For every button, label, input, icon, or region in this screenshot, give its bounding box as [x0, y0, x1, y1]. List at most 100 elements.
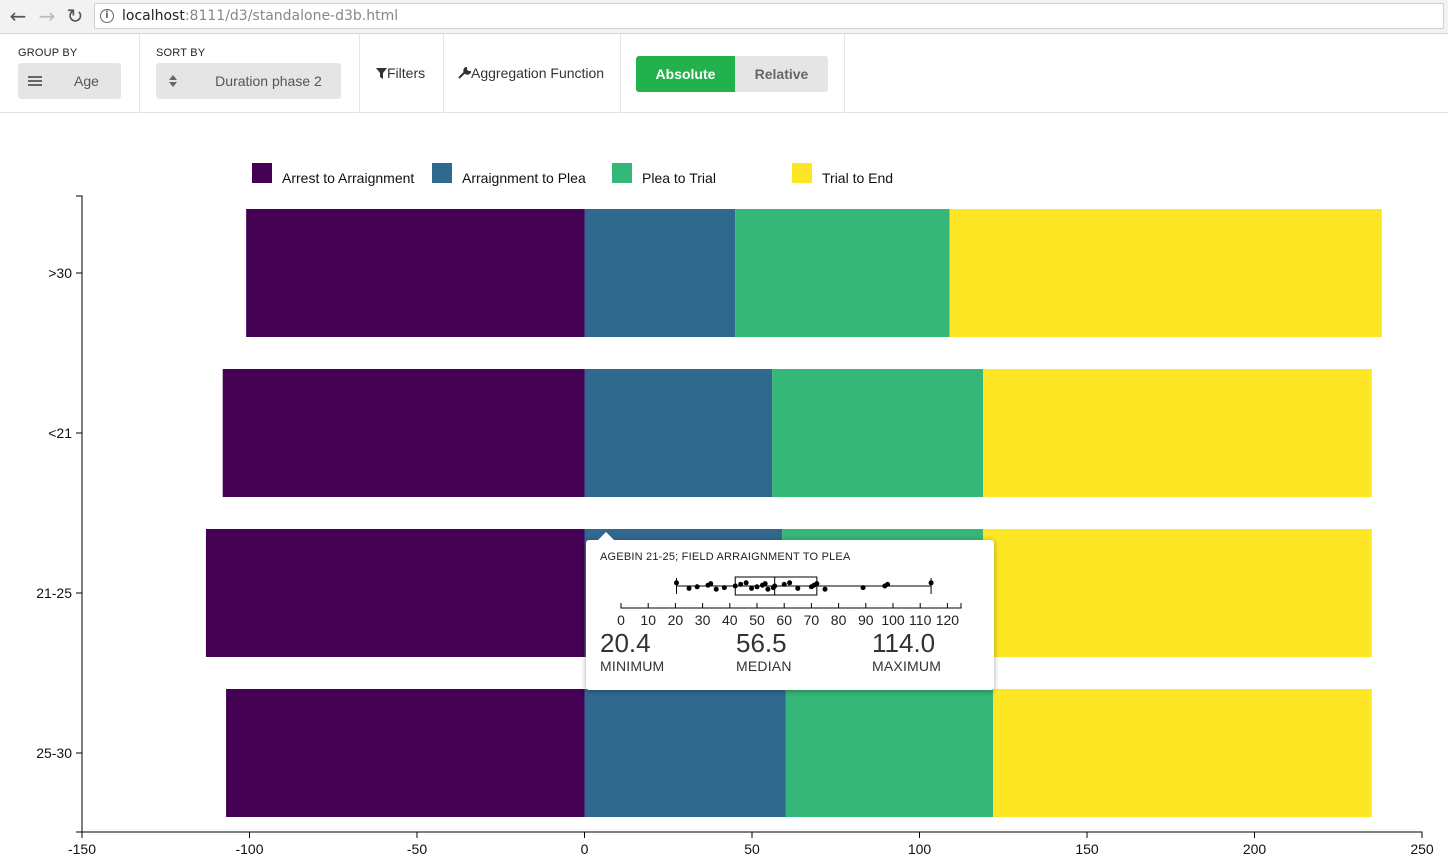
boxplot-point [694, 584, 700, 590]
boxplot-tick-label: 30 [695, 612, 711, 628]
stat-median: 56.5 MEDIAN [736, 628, 792, 674]
sort-by-section: SORT BY Duration phase 2 [140, 34, 360, 113]
boxplot-point [765, 586, 771, 592]
bar-segment [584, 369, 773, 497]
maximum-value: 114.0 [872, 628, 936, 658]
boxplot-point [885, 581, 891, 587]
boxplot-tick-label: 60 [776, 612, 792, 628]
x-tick-label: 50 [744, 841, 760, 857]
tooltip-arrow [598, 532, 614, 540]
boxplot-point [787, 580, 793, 586]
group-by-label: GROUP BY [18, 47, 78, 59]
bar-segment [785, 689, 994, 817]
boxplot-tick-label: 70 [804, 612, 820, 628]
median-label: MEDIAN [736, 658, 792, 674]
x-tick-label: -150 [68, 841, 96, 857]
sort-by-select[interactable]: Duration phase 2 [156, 63, 341, 99]
bar-segment [772, 369, 984, 497]
bar-segment [983, 529, 1372, 657]
boxplot-tick-label: 0 [617, 612, 625, 628]
bar-segment [246, 209, 585, 337]
legend-label: Trial to End [822, 170, 893, 186]
legend-label: Arraignment to Plea [462, 170, 586, 186]
boxplot-point [772, 583, 778, 589]
boxplot-tick-label: 20 [668, 612, 684, 628]
bar-segment [993, 689, 1372, 817]
maximum-label: MAXIMUM [872, 658, 942, 674]
y-tick-label: 25-30 [36, 745, 72, 761]
boxplot-point [762, 581, 768, 587]
boxplot: 0 10 20 30 40 50 60 70 80 90 100 110 120 [617, 576, 962, 628]
boxplot-point [795, 585, 801, 591]
x-tick-label: -100 [235, 841, 263, 857]
legend-label: Arrest to Arraignment [282, 170, 414, 186]
x-tick-label: 250 [1410, 841, 1434, 857]
back-arrow-icon[interactable]: ← [6, 4, 30, 28]
boxplot-point [814, 581, 820, 587]
boxplot-tick-label: 90 [858, 612, 874, 628]
boxplot-tick-label: 110 [909, 612, 932, 628]
boxplot-point [708, 581, 714, 587]
legend-swatch [252, 163, 272, 183]
bar-segment [983, 369, 1372, 497]
boxplot-tick-label: 40 [722, 612, 738, 628]
bar-segment [205, 529, 585, 657]
list-icon [18, 63, 52, 99]
x-tick-label: 0 [581, 841, 589, 857]
sort-by-label: SORT BY [156, 47, 206, 59]
sort-icon [156, 63, 190, 99]
url-host: localhost [122, 8, 185, 24]
forward-arrow-icon[interactable]: → [35, 4, 59, 28]
x-tick-label: 150 [1075, 841, 1099, 857]
legend-label: Plea to Trial [642, 170, 716, 186]
boxplot-point [781, 581, 787, 587]
legend-swatch [612, 163, 632, 183]
boxplot-point [673, 580, 679, 586]
stat-maximum: 114.0 MAXIMUM [872, 628, 941, 674]
legend-swatch [432, 163, 452, 183]
filters-button[interactable]: Filters [376, 65, 425, 81]
sort-by-value: Duration phase 2 [215, 73, 322, 89]
boxplot-axis [620, 603, 962, 609]
funnel-icon [376, 68, 387, 79]
boxplot-point [860, 585, 866, 591]
stat-minimum: 20.4 MINIMUM [600, 628, 664, 674]
group-by-value: Age [74, 73, 99, 89]
tooltip-title: AGEBIN 21-25; FIELD ARRAIGNMENT TO PLEA [600, 551, 851, 563]
browser-bar: ← → ↻ i localhost:8111/d3/standalone-d3b… [0, 0, 1448, 34]
wrench-icon [458, 66, 472, 79]
x-tick-label: 100 [908, 841, 932, 857]
boxplot-point [738, 581, 744, 587]
bar-segment [584, 209, 736, 337]
url-text[interactable]: localhost:8111/d3/standalone-d3b.html [122, 8, 398, 24]
absolute-toggle[interactable]: Absolute [636, 56, 735, 92]
aggregation-label: Aggregation Function [471, 65, 605, 81]
boxplot-point [743, 580, 749, 586]
filters-label: Filters [387, 65, 426, 81]
group-by-select[interactable]: Age [18, 63, 121, 99]
bar-segment [949, 209, 1382, 337]
info-icon[interactable]: i [100, 9, 114, 23]
boxplot-point [732, 583, 738, 589]
mode-section: Absolute Relative [621, 34, 845, 113]
boxplot-point [928, 580, 934, 586]
aggregation-button[interactable]: Aggregation Function [458, 65, 604, 81]
y-tick-label: 21-25 [36, 585, 72, 601]
x-tick-label: 200 [1243, 841, 1267, 857]
relative-toggle[interactable]: Relative [735, 56, 828, 92]
boxplot-point [721, 585, 727, 591]
stacked-bar-chart: Arrest to Arraignment Arraignment to Plea… [36, 163, 1434, 857]
boxplot-point [754, 584, 760, 590]
url-path: :8111/d3/standalone-d3b.html [184, 8, 399, 24]
bar-segment [226, 689, 585, 817]
toolbar: GROUP BY Age SORT BY Duration phase 2 Fi… [0, 34, 1448, 113]
reload-icon[interactable]: ↻ [63, 4, 87, 28]
address-bar[interactable]: i localhost:8111/d3/standalone-d3b.html [94, 3, 1444, 29]
y-tick-label: >30 [48, 265, 72, 281]
boxplot-tick-label: 100 [881, 612, 905, 628]
boxplot-tick-label: 120 [936, 612, 960, 628]
tooltip: AGEBIN 21-25; FIELD ARRAIGNMENT TO PLEA … [586, 532, 994, 690]
legend-swatch [792, 163, 812, 183]
y-axis [76, 195, 83, 833]
aggregation-section: Aggregation Function [444, 34, 621, 113]
